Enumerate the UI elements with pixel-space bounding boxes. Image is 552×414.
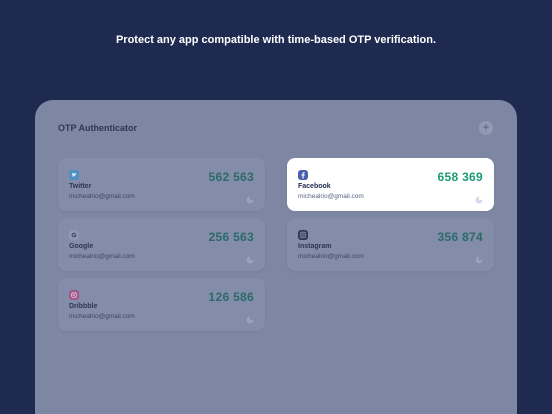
account-email: michealrio@gmail.com: [69, 313, 135, 320]
timer-icon: [475, 191, 483, 204]
facebook-icon: [298, 170, 308, 180]
account-email: michealrio@gmail.com: [69, 253, 135, 260]
instagram-icon: [298, 230, 308, 240]
account-card-dribbble[interactable]: Dribbble michealrio@gmail.com 126 586: [58, 278, 265, 331]
google-icon: [69, 230, 79, 240]
timer-icon: [246, 311, 254, 324]
otp-code[interactable]: 256 563: [209, 230, 254, 244]
timer-icon: [246, 251, 254, 264]
twitter-icon: [69, 170, 79, 180]
account-card-instagram[interactable]: Instagram michealrio@gmail.com 356 874: [287, 218, 494, 271]
otp-code[interactable]: 126 586: [209, 290, 254, 304]
app-title: OTP Authenticator: [58, 123, 138, 133]
page-headline: Protect any app compatible with time-bas…: [115, 34, 437, 46]
account-email: michealrio@gmail.com: [298, 253, 364, 260]
account-card-facebook[interactable]: Facebook michealrio@gmail.com 658 369: [287, 158, 494, 211]
add-account-button[interactable]: +: [479, 121, 493, 135]
account-email: michealrio@gmail.com: [69, 193, 135, 200]
account-service: Google: [69, 243, 94, 250]
account-service: Twitter: [69, 183, 92, 190]
account-card-google[interactable]: Google michealrio@gmail.com 256 563: [58, 218, 265, 271]
otp-code[interactable]: 562 563: [209, 170, 254, 184]
account-service: Facebook: [298, 183, 331, 190]
app-window: OTP Authenticator + Twitter michealrio@g…: [35, 100, 517, 414]
account-service: Dribbble: [69, 303, 98, 310]
otp-code[interactable]: 658 369: [438, 170, 483, 184]
timer-icon: [246, 191, 254, 204]
account-email: michealrio@gmail.com: [298, 193, 364, 200]
otp-code[interactable]: 356 874: [438, 230, 483, 244]
dribbble-icon: [69, 290, 79, 300]
account-service: Instagram: [298, 243, 332, 250]
account-card-twitter[interactable]: Twitter michealrio@gmail.com 562 563: [58, 158, 265, 211]
timer-icon: [475, 251, 483, 264]
